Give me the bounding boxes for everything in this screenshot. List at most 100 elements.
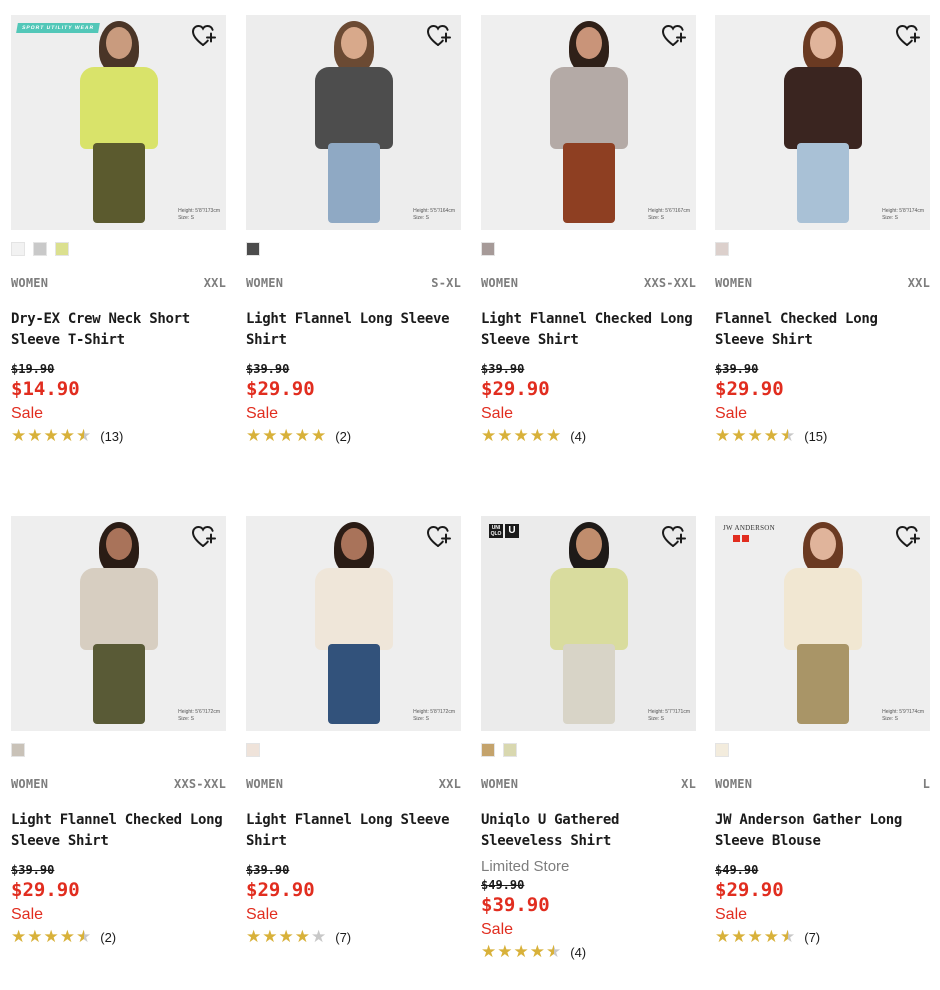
star-full-icon: ★ [513,942,530,961]
product-card[interactable]: Height: 5'5"/164cm Size: S WOMEN S-XL Light … [246,15,461,445]
color-swatches [246,242,461,256]
rating-stars: ★★★★★ [481,943,562,961]
add-to-favorites-icon[interactable] [191,524,217,550]
product-card[interactable]: Height: 5'8"/172cm Size: S WOMEN XXL Light F… [246,516,461,946]
review-count[interactable]: (7) [804,930,820,945]
star-full-icon: ★ [763,426,780,445]
product-image[interactable]: Height: 5'8"/172cm Size: S [246,516,461,731]
star-half-icon: ★ [546,942,563,961]
product-name[interactable]: Light Flannel Checked Long Sleeve Shirt [481,309,696,351]
add-to-favorites-icon[interactable] [661,23,687,49]
gender-label: WOMEN [11,777,49,791]
product-rating: ★★★★★ (7) [715,928,930,946]
add-to-favorites-icon[interactable] [895,23,921,49]
color-swatch[interactable] [11,743,25,757]
star-full-icon: ★ [294,927,311,946]
color-swatch[interactable] [11,242,25,256]
color-swatch[interactable] [55,242,69,256]
star-full-icon: ★ [731,426,748,445]
rating-stars: ★★★★★ [11,427,92,445]
product-name[interactable]: Flannel Checked Long Sleeve Shirt [715,309,930,351]
product-image[interactable]: JW ANDERSON Height: 5'9"/174cm Size: S [715,516,930,731]
product-name[interactable]: Light Flannel Checked Long Sleeve Shirt [11,810,226,852]
product-name[interactable]: Light Flannel Long Sleeve Shirt [246,309,461,351]
star-half-icon: ★ [76,927,93,946]
product-image[interactable]: Height: 5'6"/167cm Size: S [481,15,696,230]
color-swatches [11,242,226,256]
review-count[interactable]: (15) [804,429,827,444]
original-price: $49.90 [715,863,759,877]
product-name[interactable]: Uniqlo U Gathered Sleeveless Shirt [481,810,696,852]
star-full-icon: ★ [311,426,328,445]
model-info: Height: 5'9"/174cm Size: S [882,709,924,722]
add-to-favorites-icon[interactable] [191,23,217,49]
product-image[interactable]: SPORT UTILITY WEAR Height: 5'8"/173cm Size… [11,15,226,230]
add-to-favorites-icon[interactable] [426,23,452,49]
color-swatches [481,242,696,256]
sale-label: Sale [481,405,514,422]
rating-stars: ★★★★★ [481,427,562,445]
sale-price: $29.90 [715,378,784,400]
star-full-icon: ★ [278,927,295,946]
color-swatches [715,242,930,256]
review-count[interactable]: (13) [100,429,123,444]
model-figure [763,15,883,230]
size-range: S-XL [431,276,461,290]
product-card[interactable]: Height: 5'6"/172cm Size: S WOMEN XXS-XXL Lig… [11,516,226,946]
rating-stars: ★★★★★ [715,928,796,946]
product-card[interactable]: Height: 5'8"/174cm Size: S WOMEN XXL Flannel… [715,15,930,445]
product-card[interactable]: JW ANDERSON Height: 5'9"/174cm Size: S WOME… [715,516,930,946]
color-swatch[interactable] [503,743,517,757]
product-image[interactable]: Height: 5'8"/174cm Size: S [715,15,930,230]
model-figure [294,516,414,731]
color-swatch[interactable] [715,242,729,256]
size-range: L [922,777,930,791]
add-to-favorites-icon[interactable] [426,524,452,550]
gender-label: WOMEN [481,777,519,791]
star-half-icon: ★ [780,927,797,946]
review-count[interactable]: (2) [100,930,116,945]
star-half-icon: ★ [76,426,93,445]
color-swatch[interactable] [246,743,260,757]
color-swatch[interactable] [715,743,729,757]
product-image[interactable]: Height: 5'5"/164cm Size: S [246,15,461,230]
add-to-favorites-icon[interactable] [895,524,921,550]
product-rating: ★★★★★ (4) [481,427,696,445]
product-card[interactable]: Height: 5'6"/167cm Size: S WOMEN XXS-XXL Lig… [481,15,696,445]
star-full-icon: ★ [481,942,498,961]
product-image[interactable]: UNI QLO U Height: 5'7"/171cm Size: S [481,516,696,731]
original-price: $49.90 [481,878,525,892]
original-price: $19.90 [11,362,55,376]
color-swatches [481,743,696,757]
size-range: XXL [203,276,226,290]
color-swatch[interactable] [33,242,47,256]
sale-price: $29.90 [246,879,315,901]
original-price: $39.90 [11,863,55,877]
product-name[interactable]: JW Anderson Gather Long Sleeve Blouse [715,810,930,852]
original-price: $39.90 [481,362,525,376]
star-full-icon: ★ [59,426,76,445]
star-full-icon: ★ [11,927,28,946]
star-half-icon: ★ [780,426,797,445]
gender-label: WOMEN [246,777,284,791]
color-swatch[interactable] [481,242,495,256]
review-count[interactable]: (7) [335,930,351,945]
sale-label: Sale [715,906,748,923]
review-count[interactable]: (4) [570,429,586,444]
review-count[interactable]: (2) [335,429,351,444]
product-name[interactable]: Dry-EX Crew Neck Short Sleeve T-Shirt [11,309,226,351]
size-range: XXL [438,777,461,791]
product-image[interactable]: Height: 5'6"/172cm Size: S [11,516,226,731]
color-swatches [246,743,461,757]
product-card[interactable]: SPORT UTILITY WEAR Height: 5'8"/173cm Size… [11,15,226,445]
store-availability: Limited Store [481,858,570,875]
size-range: XXS-XXL [174,777,226,791]
color-swatch[interactable] [246,242,260,256]
product-card[interactable]: UNI QLO U Height: 5'7"/171cm Size: S WOMEN XL U… [481,516,696,961]
review-count[interactable]: (4) [570,945,586,960]
color-swatch[interactable] [481,743,495,757]
product-name[interactable]: Light Flannel Long Sleeve Shirt [246,810,461,852]
uniqlo-u-logo: UNI QLO U [489,524,519,538]
star-full-icon: ★ [43,927,60,946]
add-to-favorites-icon[interactable] [661,524,687,550]
